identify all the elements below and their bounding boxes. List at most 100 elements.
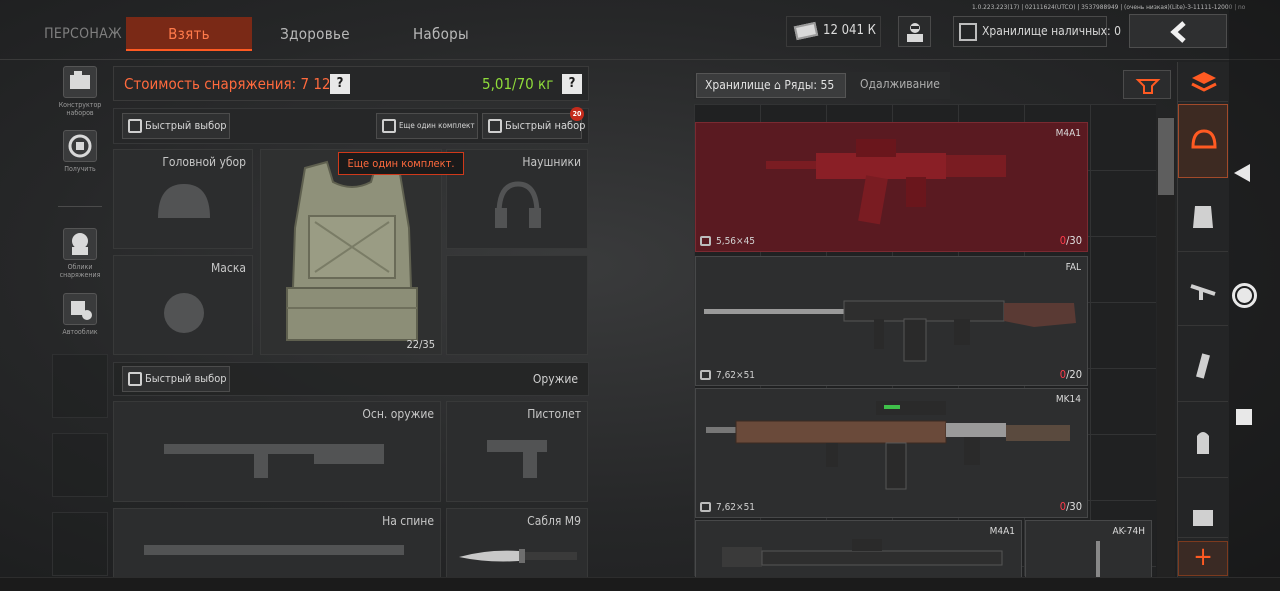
sidebar-item-skins[interactable]: Облики снаряжения <box>54 228 106 279</box>
sidebar-label-loadout-builder: Конструктор наборов <box>58 101 102 117</box>
weight-value: 5,01/70 кг <box>482 75 554 93</box>
back-button[interactable] <box>1129 14 1227 48</box>
receive-icon <box>63 130 97 162</box>
android-recents-icon[interactable] <box>1236 409 1252 425</box>
slot-pistol[interactable]: Пистолет <box>446 401 588 502</box>
rifle-category-icon <box>1190 284 1216 300</box>
helmet-icon <box>158 184 210 218</box>
tab-health[interactable]: Здоровье <box>252 17 378 51</box>
weapons-title: Оружие <box>532 372 578 386</box>
sidebar-empty-slot <box>52 433 108 497</box>
another-set-label: Еще один комплект <box>399 121 475 130</box>
slot-primary-weapon[interactable]: Осн. оружие <box>113 401 441 502</box>
cash-storage-button[interactable]: Хранилище наличных: 0 <box>953 16 1121 47</box>
slot-melee-label: Сабля М9 <box>527 514 581 528</box>
chevron-left-icon <box>1170 21 1186 43</box>
loadout-builder-icon <box>63 66 97 98</box>
quick-set-button[interactable]: Быстрый набор <box>482 113 586 139</box>
gas-mask-icon <box>164 293 204 333</box>
autoskin-icon <box>63 293 97 325</box>
slot-headphones[interactable]: Наушники <box>446 149 588 249</box>
tab-sets[interactable]: Наборы <box>378 17 504 51</box>
android-back-icon[interactable] <box>1234 164 1250 182</box>
swap-icon <box>382 119 396 133</box>
slot-pistol-label: Пистолет <box>527 407 581 421</box>
ak74n-icon <box>1096 541 1100 577</box>
slot-headgear-label: Головной убор <box>162 155 246 169</box>
tab-lend[interactable]: Одалживание <box>854 73 946 98</box>
body-armor-icon <box>286 160 418 341</box>
item-caliber: 7,62×51 <box>716 502 756 513</box>
android-home-icon[interactable] <box>1232 283 1257 308</box>
item-name: M4A1 <box>989 526 1015 537</box>
item-name: AK-74Н <box>1112 526 1145 537</box>
sort-button[interactable] <box>1123 70 1171 99</box>
item-name: FAL <box>1065 262 1081 273</box>
category-headgear[interactable] <box>1178 104 1228 178</box>
slot-melee[interactable]: Сабля М9 <box>446 508 588 578</box>
another-set-button[interactable]: Еще один комплект <box>376 113 478 139</box>
slot-back[interactable]: На спине <box>113 508 441 578</box>
category-magazines[interactable] <box>1178 330 1228 402</box>
sidebar-item-receive[interactable]: Получить <box>54 130 106 173</box>
shirt-icon <box>128 119 142 133</box>
another-set-tooltip: Еще один комплект. <box>338 152 464 175</box>
sidebar-item-autoskin[interactable]: Автооблик <box>54 293 106 336</box>
storage-item-m4a1-2[interactable]: M4A1 <box>695 520 1022 578</box>
quick-select-button[interactable]: Быстрый выбор <box>122 113 230 139</box>
storage-rows: Ряды: 55 <box>784 78 835 92</box>
storage-tab-label: Хранилище <box>705 78 771 92</box>
cash-storage-icon <box>959 23 977 41</box>
cost-help-button[interactable]: ? <box>330 74 350 94</box>
ammo-icon <box>128 372 142 386</box>
tab-character[interactable]: ПЕРСОНАЖ <box>40 17 126 51</box>
slot-extra[interactable] <box>446 255 588 355</box>
quick-set-badge: 20 <box>570 107 584 121</box>
shield-icon <box>488 119 502 133</box>
quick-set-label: Быстрый набор <box>505 119 586 132</box>
weapons-header: Быстрый выбор Оружие <box>113 362 589 396</box>
item-caliber: 7,62×51 <box>716 370 756 381</box>
sidebar-divider <box>58 206 102 207</box>
storage-item-m4a1[interactable]: M4A1 5,56×45 0/30 <box>695 122 1088 252</box>
mk14-icon <box>706 401 1070 490</box>
back-weapon-silhouette-icon <box>144 545 404 555</box>
fal-icon <box>704 300 1076 362</box>
cost-bar: Стоимость снаряжения: 7 123 ? 5,01/70 кг… <box>113 66 589 101</box>
caliber-icon <box>700 502 711 512</box>
slot-headgear[interactable]: Головной убор <box>113 149 253 249</box>
quick-actions-row: Быстрый выбор Еще один комплект Быстрый … <box>113 107 589 144</box>
armor-category-icon <box>1193 206 1213 228</box>
storage-scroll-thumb[interactable] <box>1158 118 1174 195</box>
caliber-icon <box>700 236 711 246</box>
tab-take[interactable]: Взять <box>126 17 252 51</box>
pistol-silhouette-icon <box>487 440 547 478</box>
helmet-category-icon <box>1191 129 1217 149</box>
sidebar-label-skins: Облики снаряжения <box>59 263 101 279</box>
quick-select-label: Быстрый выбор <box>145 119 227 132</box>
category-weapons[interactable] <box>1178 254 1228 326</box>
category-gear[interactable] <box>1178 482 1228 538</box>
slot-mask[interactable]: Маска <box>113 255 253 355</box>
storage-item-fal[interactable]: FAL 7,62×51 0/20 <box>695 256 1088 386</box>
storage-item-mk14[interactable]: MK14 7,62×51 0/30 <box>695 388 1088 518</box>
category-armor[interactable] <box>1178 180 1228 252</box>
m4a1-dark-icon <box>722 539 1003 567</box>
sidebar-empty-slot <box>52 354 108 418</box>
weapons-quick-select-button[interactable]: Быстрый выбор <box>122 366 230 392</box>
trader-icon <box>907 23 923 42</box>
category-all[interactable] <box>1178 62 1228 102</box>
home-icon: ⌂ <box>774 78 785 92</box>
storage-item-ak74n[interactable]: AK-74Н <box>1025 520 1152 578</box>
item-name: M4A1 <box>1055 128 1081 139</box>
weight-help-button[interactable]: ? <box>562 74 582 94</box>
bottom-bar <box>0 577 1280 591</box>
headphones-icon <box>495 181 541 228</box>
sidebar-item-loadout-builder[interactable]: Конструктор наборов <box>54 66 106 117</box>
tab-storage[interactable]: Хранилище ⌂ Ряды: 55 <box>696 73 846 98</box>
slot-body-armor[interactable]: 22/35 <box>260 149 442 355</box>
category-ammo[interactable] <box>1178 406 1228 478</box>
add-button[interactable]: + <box>1178 541 1228 576</box>
slot-headphones-label: Наушники <box>522 155 581 169</box>
trader-button[interactable] <box>898 16 931 47</box>
